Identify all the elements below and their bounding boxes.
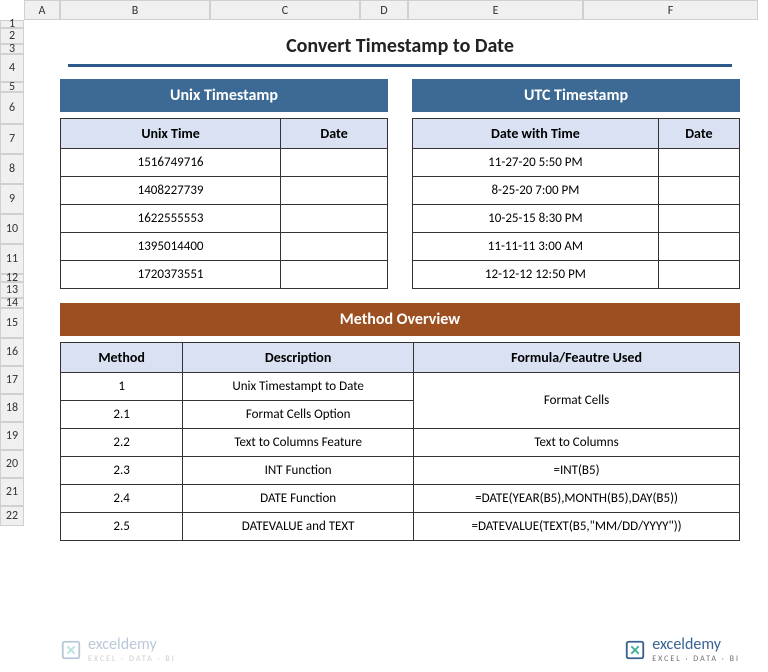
- ov-h3[interactable]: Formula/Feautre Used: [414, 343, 740, 373]
- sheet-content: Convert Timestamp to Date Unix Timestamp…: [60, 28, 740, 541]
- spreadsheet-grid: ABCDEF 123456789101112131415161718192021…: [0, 0, 768, 672]
- utc-date-cell[interactable]: [658, 149, 739, 177]
- utc-cell[interactable]: 10-25-15 8:30 PM: [413, 205, 659, 233]
- ov-formula[interactable]: Text to Columns: [414, 429, 740, 457]
- col-header-A[interactable]: A: [24, 0, 60, 20]
- utc-cell[interactable]: 11-11-11 3:00 AM: [413, 233, 659, 261]
- utc-date-cell[interactable]: [658, 261, 739, 289]
- row-header-6[interactable]: 6: [0, 92, 24, 124]
- ov-method[interactable]: 2.3: [61, 457, 183, 485]
- unix-date-cell[interactable]: [281, 149, 388, 177]
- utc-h1[interactable]: Date with Time: [413, 119, 659, 149]
- col-header-B[interactable]: B: [60, 0, 210, 20]
- unix-date-cell[interactable]: [281, 233, 388, 261]
- col-header-C[interactable]: C: [210, 0, 360, 20]
- ov-desc[interactable]: Format Cells Option: [183, 401, 414, 429]
- ov-desc[interactable]: Unix Timestampt to Date: [183, 373, 414, 401]
- watermark-row: exceldemyEXCEL · DATA · BI exceldemyEXCE…: [60, 635, 740, 664]
- row-header-15[interactable]: 15: [0, 308, 24, 338]
- ov-method[interactable]: 2.5: [61, 513, 183, 541]
- row-header-22[interactable]: 22: [0, 506, 24, 526]
- row-header-10[interactable]: 10: [0, 214, 24, 244]
- ov-formula[interactable]: =INT(B5): [414, 457, 740, 485]
- row-header-1[interactable]: 1: [0, 20, 24, 28]
- unix-h2[interactable]: Date: [281, 119, 388, 149]
- col-header-F[interactable]: F: [583, 0, 758, 20]
- row-header-19[interactable]: 19: [0, 422, 24, 450]
- utc-section: UTC Timestamp Date with TimeDate 11-27-2…: [412, 79, 740, 289]
- unix-table: Unix TimeDate 15167497161408227739162255…: [60, 118, 388, 289]
- row-header-11[interactable]: 11: [0, 244, 24, 274]
- utc-ribbon: UTC Timestamp: [412, 79, 740, 112]
- ov-method[interactable]: 2.1: [61, 401, 183, 429]
- method-table: Method Description Formula/Feautre Used …: [60, 342, 740, 541]
- ov-formula[interactable]: Format Cells: [414, 373, 740, 429]
- ov-h2[interactable]: Description: [183, 343, 414, 373]
- row-header-14[interactable]: 14: [0, 298, 24, 308]
- row-header-7[interactable]: 7: [0, 124, 24, 154]
- utc-cell[interactable]: 11-27-20 5:50 PM: [413, 149, 659, 177]
- unix-cell[interactable]: 1516749716: [61, 149, 281, 177]
- logo-icon: [60, 639, 82, 661]
- logo-main: exceldemyEXCEL · DATA · BI: [624, 635, 740, 664]
- page-title: Convert Timestamp to Date: [60, 28, 740, 64]
- ov-formula[interactable]: =DATE(YEAR(B5),MONTH(B5),DAY(B5)): [414, 485, 740, 513]
- logo-name: exceldemy: [88, 635, 176, 654]
- utc-cell[interactable]: 12-12-12 12:50 PM: [413, 261, 659, 289]
- ov-desc[interactable]: DATE Function: [183, 485, 414, 513]
- utc-table: Date with TimeDate 11-27-20 5:50 PM8-25-…: [412, 118, 740, 289]
- row-header-8[interactable]: 8: [0, 154, 24, 184]
- utc-h2[interactable]: Date: [658, 119, 739, 149]
- ov-method[interactable]: 2.4: [61, 485, 183, 513]
- utc-date-cell[interactable]: [658, 233, 739, 261]
- utc-date-cell[interactable]: [658, 177, 739, 205]
- logo-tag: EXCEL · DATA · BI: [652, 654, 740, 664]
- ov-method[interactable]: 2.2: [61, 429, 183, 457]
- ov-formula[interactable]: =DATEVALUE(TEXT(B5,"MM/DD/YYYY")): [414, 513, 740, 541]
- row-header-18[interactable]: 18: [0, 394, 24, 422]
- col-header-D[interactable]: D: [360, 0, 408, 20]
- logo-tag: EXCEL · DATA · BI: [88, 654, 176, 664]
- row-header-4[interactable]: 4: [0, 54, 24, 82]
- ov-desc[interactable]: Text to Columns Feature: [183, 429, 414, 457]
- logo-faded: exceldemyEXCEL · DATA · BI: [60, 635, 176, 664]
- row-header-9[interactable]: 9: [0, 184, 24, 214]
- title-underline: [68, 64, 732, 67]
- unix-section: Unix Timestamp Unix TimeDate 15167497161…: [60, 79, 388, 289]
- utc-cell[interactable]: 8-25-20 7:00 PM: [413, 177, 659, 205]
- ov-h1[interactable]: Method: [61, 343, 183, 373]
- row-header-12[interactable]: 12: [0, 274, 24, 282]
- unix-date-cell[interactable]: [281, 177, 388, 205]
- col-header-E[interactable]: E: [408, 0, 583, 20]
- unix-cell[interactable]: 1408227739: [61, 177, 281, 205]
- row-header-16[interactable]: 16: [0, 338, 24, 366]
- row-header-5[interactable]: 5: [0, 82, 24, 92]
- unix-date-cell[interactable]: [281, 261, 388, 289]
- row-header-17[interactable]: 17: [0, 366, 24, 394]
- unix-cell[interactable]: 1395014400: [61, 233, 281, 261]
- utc-date-cell[interactable]: [658, 205, 739, 233]
- row-header-20[interactable]: 20: [0, 450, 24, 478]
- row-header-21[interactable]: 21: [0, 478, 24, 506]
- unix-date-cell[interactable]: [281, 205, 388, 233]
- unix-cell[interactable]: 1720373551: [61, 261, 281, 289]
- ov-method[interactable]: 1: [61, 373, 183, 401]
- logo-icon: [624, 639, 646, 661]
- logo-name: exceldemy: [652, 635, 740, 654]
- overview-ribbon: Method Overview: [60, 303, 740, 336]
- ov-desc[interactable]: DATEVALUE and TEXT: [183, 513, 414, 541]
- row-header-3[interactable]: 3: [0, 44, 24, 54]
- ov-desc[interactable]: INT Function: [183, 457, 414, 485]
- unix-ribbon: Unix Timestamp: [60, 79, 388, 112]
- unix-h1[interactable]: Unix Time: [61, 119, 281, 149]
- unix-cell[interactable]: 1622555553: [61, 205, 281, 233]
